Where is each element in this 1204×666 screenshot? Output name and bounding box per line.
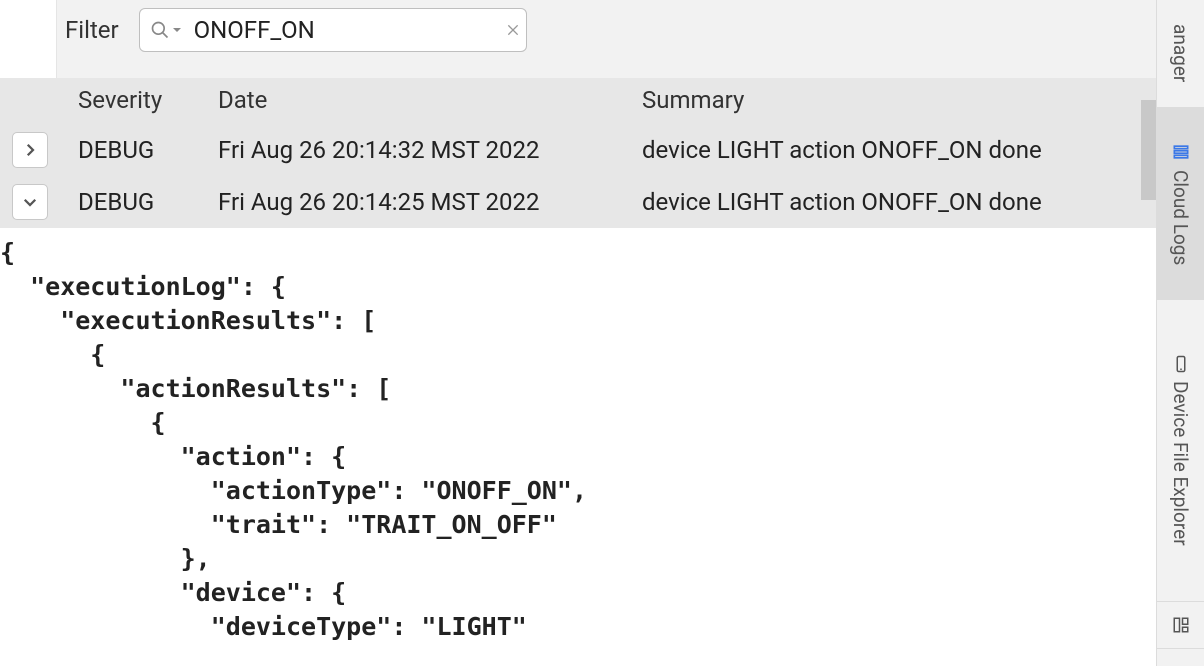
log-row[interactable]: DEBUG Fri Aug 26 20:14:32 MST 2022 devic… <box>0 122 1156 176</box>
tab-cloud-logs[interactable]: Cloud Logs <box>1157 108 1204 300</box>
cell-summary: device LIGHT action ONOFF_ON done <box>642 176 1156 228</box>
chevron-right-icon <box>21 141 39 159</box>
tab-extra[interactable] <box>1157 602 1204 649</box>
cell-date: Fri Aug 26 20:14:25 MST 2022 <box>218 176 642 228</box>
collapse-row-button[interactable] <box>12 184 48 220</box>
chevron-down-icon <box>21 193 39 211</box>
cell-summary: device LIGHT action ONOFF_ON done <box>642 122 1156 176</box>
tab-device-file-explorer[interactable]: Device File Explorer <box>1157 300 1204 602</box>
cell-severity: DEBUG <box>78 176 218 228</box>
log-row[interactable]: DEBUG Fri Aug 26 20:14:25 MST 2022 devic… <box>0 176 1156 228</box>
tab-manager[interactable]: anager <box>1157 0 1204 108</box>
tab-label: Device File Explorer <box>1169 381 1192 546</box>
log-table: Severity Date Summary DEBUG Fri A <box>0 78 1156 228</box>
scrollbar-thumb[interactable] <box>1141 100 1156 200</box>
header-date[interactable]: Date <box>218 78 642 122</box>
table-header-row: Severity Date Summary <box>0 78 1156 122</box>
log-json-detail: { "executionLog": { "executionResults": … <box>0 228 1156 644</box>
cloud-logs-icon <box>1171 142 1191 162</box>
expand-row-button[interactable] <box>12 132 48 168</box>
filter-search-box[interactable] <box>139 8 527 52</box>
tab-label: anager <box>1169 24 1192 82</box>
device-icon <box>1172 355 1190 373</box>
right-tool-strip: anager Cloud Logs Device File Explorer <box>1156 0 1204 666</box>
cell-severity: DEBUG <box>78 122 218 176</box>
header-summary[interactable]: Summary <box>642 78 1156 122</box>
tab-label: Cloud Logs <box>1169 170 1192 265</box>
filter-label: Filter <box>65 16 119 44</box>
cell-date: Fri Aug 26 20:14:32 MST 2022 <box>218 122 642 176</box>
search-icon <box>150 20 182 40</box>
layout-icon <box>1172 616 1190 634</box>
clear-filter-button[interactable] <box>505 22 521 38</box>
header-severity[interactable]: Severity <box>78 78 218 122</box>
filter-bar: Filter <box>56 0 1156 78</box>
filter-input[interactable] <box>194 16 505 44</box>
